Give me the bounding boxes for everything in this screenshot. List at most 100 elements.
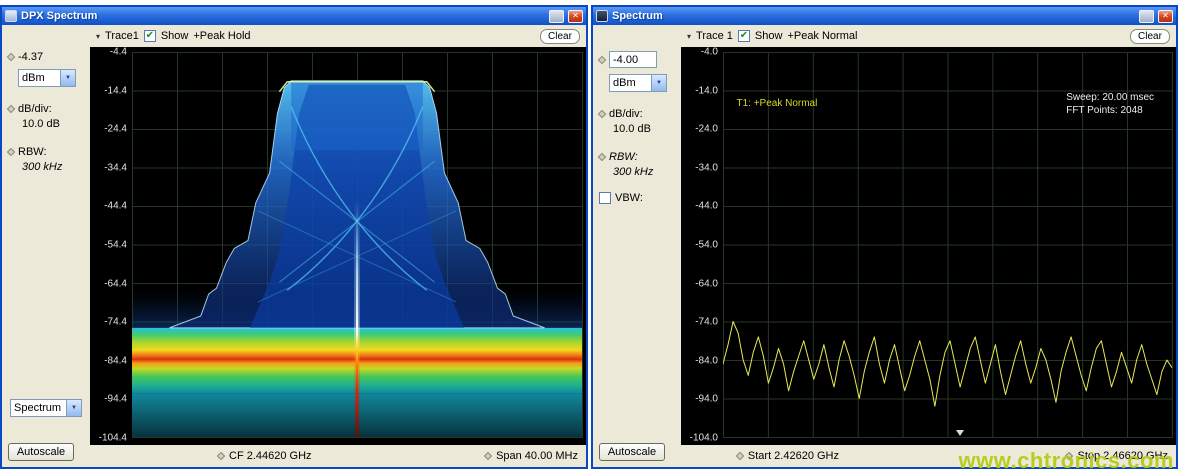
dpx-detector-label[interactable]: +Peak Hold xyxy=(193,30,250,42)
trace-info-annotation: T1: +Peak Normal xyxy=(736,98,817,109)
y-axis-tick-label: -4.4 xyxy=(110,47,127,58)
y-axis-tick-label: -54.0 xyxy=(695,240,718,251)
y-axis-tick-label: -24.4 xyxy=(104,124,127,135)
dpx-y-axis: -4.4-14.4-24.4-34.4-44.4-54.4-64.4-74.4-… xyxy=(90,52,132,438)
touch-diamond-icon xyxy=(484,452,492,460)
spectrum-dbdiv-value[interactable]: 10.0 dB xyxy=(599,123,676,135)
dpx-rbw-value[interactable]: 300 kHz xyxy=(8,161,85,173)
dpx-plot-area: -4.4 -14.4 -24.4 -34.4 -44.4 -54.4 -64.4 -74.4 -… xyxy=(90,47,586,445)
show-checkbox[interactable]: ✔ xyxy=(738,30,750,42)
spectrum-trace-bar: ▾ Trace 1 ✔ Show +Peak Normal Clear xyxy=(681,25,1176,47)
y-axis-tick-label: -64.0 xyxy=(695,278,718,289)
dpx-dbdiv-value[interactable]: 10.0 dB xyxy=(8,118,85,130)
y-axis-tick-label: -74.0 xyxy=(695,317,718,328)
chevron-down-icon[interactable]: ▾ xyxy=(687,32,691,41)
y-axis-tick-label: -64.4 xyxy=(104,278,127,289)
touch-diamond-icon xyxy=(7,148,15,156)
y-axis-tick-label: -94.0 xyxy=(695,394,718,405)
spectrum-titlebar[interactable]: Spectrum ✕ xyxy=(593,7,1176,25)
spectrum-unit-dropdown[interactable]: dBm ▼ xyxy=(609,74,667,92)
y-axis-tick-label: -104.4 xyxy=(99,433,127,444)
site-watermark: www.chtronics.com xyxy=(958,448,1174,474)
start-frequency-readout[interactable]: Start 2.42620 GHz xyxy=(748,450,839,462)
touch-diamond-icon xyxy=(598,110,606,118)
dpx-window-title: DPX Spectrum xyxy=(21,10,545,22)
spectrum-dbdiv-label: dB/div: xyxy=(609,108,643,120)
clear-button[interactable]: Clear xyxy=(540,29,580,44)
dpx-titlebar[interactable]: DPX Spectrum ✕ xyxy=(2,7,586,25)
show-label: Show xyxy=(755,30,783,42)
chevron-down-icon[interactable]: ▼ xyxy=(60,70,75,86)
center-frequency-readout[interactable]: CF 2.44620 GHz xyxy=(229,450,312,462)
autoscale-button[interactable]: Autoscale xyxy=(599,443,665,461)
show-checkbox[interactable]: ✔ xyxy=(144,30,156,42)
y-axis-tick-label: -74.4 xyxy=(104,317,127,328)
ref-level-input[interactable] xyxy=(609,51,657,68)
chevron-down-icon[interactable]: ▼ xyxy=(651,75,666,91)
span-readout[interactable]: Span 40.00 MHz xyxy=(496,450,578,462)
spectrum-trace-selector[interactable]: Trace 1 xyxy=(696,30,733,42)
y-axis-tick-label: -4.0 xyxy=(701,47,718,58)
touch-diamond-icon xyxy=(598,55,606,63)
dpx-trace-bar: ▾ Trace1 ✔ Show +Peak Hold Clear xyxy=(90,25,586,47)
touch-diamond-icon xyxy=(217,452,225,460)
chevron-down-icon[interactable]: ▼ xyxy=(66,400,81,416)
touch-diamond-icon xyxy=(7,53,15,61)
dpx-unit-dropdown[interactable]: dBm ▼ xyxy=(18,69,76,87)
clear-button[interactable]: Clear xyxy=(1130,29,1170,44)
fft-points-readout: FFT Points: 2048 xyxy=(1066,104,1154,118)
y-axis-tick-label: -94.4 xyxy=(104,394,127,405)
touch-diamond-icon xyxy=(736,452,744,460)
y-axis-tick-label: -24.0 xyxy=(695,124,718,135)
vbw-label: VBW: xyxy=(615,192,643,204)
spectrum-rbw-value[interactable]: 300 kHz xyxy=(599,166,676,178)
titlebar-aux-button[interactable] xyxy=(1139,10,1154,23)
spectrum-detector-label[interactable]: +Peak Normal xyxy=(787,30,857,42)
sweep-info-annotation: Sweep: 20.00 msec FFT Points: 2048 xyxy=(1066,91,1154,118)
y-axis-tick-label: -34.0 xyxy=(695,162,718,173)
spectrum-window: Spectrum ✕ dBm ▼ dB/div: 10.0 dB xyxy=(591,5,1178,469)
vbw-checkbox[interactable] xyxy=(599,192,611,204)
y-axis-tick-label: -34.4 xyxy=(104,162,127,173)
y-axis-tick-label: -54.4 xyxy=(104,240,127,251)
dpx-trace-selector[interactable]: Trace1 xyxy=(105,30,139,42)
dpx-bitmap-display xyxy=(132,52,582,437)
show-label: Show xyxy=(161,30,189,42)
spectrum-y-axis: -4.0-14.0-24.0-34.0-44.0-54.0-64.0-74.0-… xyxy=(681,52,723,438)
dpx-control-panel: -4.37 dBm ▼ dB/div: 10.0 dB RBW: 300 kHz xyxy=(2,25,90,467)
spectrum-app-icon xyxy=(596,10,608,22)
y-axis-tick-label: -84.4 xyxy=(104,355,127,366)
desktop: DPX Spectrum ✕ -4.37 dBm ▼ dB/div: 10.0 … xyxy=(0,0,1178,475)
spectrum-window-title: Spectrum xyxy=(612,10,1135,22)
touch-diamond-icon xyxy=(598,153,606,161)
dpx-display-selected: Spectrum xyxy=(11,402,66,414)
spectrum-trace xyxy=(723,322,1172,407)
titlebar-aux-button[interactable] xyxy=(549,10,564,23)
dpx-display-dropdown[interactable]: Spectrum ▼ xyxy=(10,399,82,417)
dpx-app-icon xyxy=(5,10,17,22)
dpx-ref-level-value[interactable]: -4.37 xyxy=(18,51,43,63)
y-axis-tick-label: -14.4 xyxy=(104,85,127,96)
dpx-rbw-label: RBW: xyxy=(18,146,47,158)
spectrum-unit-selected: dBm xyxy=(610,77,651,89)
chevron-down-icon[interactable]: ▾ xyxy=(96,32,100,41)
y-axis-tick-label: -44.0 xyxy=(695,201,718,212)
spectrum-graticule[interactable]: T1: +Peak Normal Sweep: 20.00 msec FFT P… xyxy=(723,52,1173,438)
dpx-graticule[interactable] xyxy=(132,52,583,438)
close-icon[interactable]: ✕ xyxy=(568,10,583,23)
y-axis-tick-label: -14.0 xyxy=(695,85,718,96)
y-axis-tick-label: -84.0 xyxy=(695,355,718,366)
autoscale-button[interactable]: Autoscale xyxy=(8,443,74,461)
close-icon[interactable]: ✕ xyxy=(1158,10,1173,23)
dpx-footer: CF 2.44620 GHz Span 40.00 MHz xyxy=(90,445,586,467)
y-axis-tick-label: -104.0 xyxy=(690,433,718,444)
spectrum-rbw-label: RBW: xyxy=(609,151,638,163)
spectrum-control-panel: dBm ▼ dB/div: 10.0 dB RBW: 300 kHz VBW: xyxy=(593,25,681,467)
marker-icon[interactable] xyxy=(956,430,964,436)
dpx-unit-selected: dBm xyxy=(19,72,60,84)
spectrum-plot-area: -4.0 -14.0 -24.0 -34.0 -44.0 -54.0 -64.0 -74.0 -… xyxy=(681,47,1176,445)
y-axis-tick-label: -44.4 xyxy=(104,201,127,212)
touch-diamond-icon xyxy=(7,105,15,113)
sweep-time-readout: Sweep: 20.00 msec xyxy=(1066,91,1154,105)
dpx-dbdiv-label: dB/div: xyxy=(18,103,52,115)
